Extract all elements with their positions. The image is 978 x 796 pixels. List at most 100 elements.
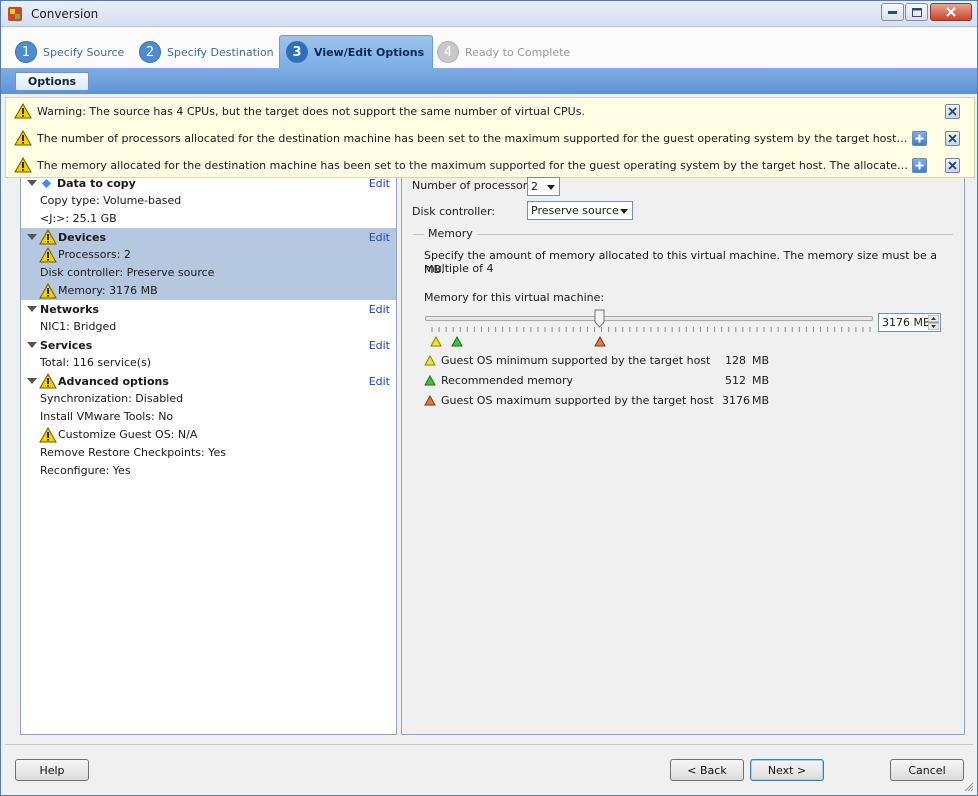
edit-link[interactable]: Edit xyxy=(369,375,390,388)
cancel-button[interactable]: Cancel xyxy=(890,759,964,781)
collapse-arrow-icon[interactable] xyxy=(27,342,37,348)
tree-item-data-to-copy[interactable]: Data to copy Edit xyxy=(21,178,396,192)
min-memory-marker-icon xyxy=(424,354,436,365)
collapse-arrow-icon[interactable] xyxy=(27,306,37,312)
memory-size-spinner[interactable]: 3176 MB xyxy=(878,313,941,332)
restore-checkpoints-value: Remove Restore Checkpoints: Yes xyxy=(40,446,226,459)
close-icon xyxy=(946,7,956,17)
wizard-steps: 1 Specify Source 2 Specify Destination 3… xyxy=(1,28,977,68)
install-tools-value: Install VMware Tools: No xyxy=(40,410,174,423)
dismiss-warning-button[interactable] xyxy=(945,158,960,173)
tree-item-label: Networks xyxy=(40,302,99,316)
legend-min-memory: Guest OS minimum supported by the target… xyxy=(424,352,769,368)
warning-icon xyxy=(14,157,32,173)
volume-value: <J:>: 25.1 GB xyxy=(40,212,117,225)
next-button[interactable]: Next > xyxy=(750,759,824,781)
copy-type-value: Copy type: Volume-based xyxy=(40,194,182,207)
conversion-window: Conversion 1 Specify Source 2 Specify De… xyxy=(0,0,978,796)
collapse-arrow-icon[interactable] xyxy=(27,378,37,384)
tree-item-networks[interactable]: Networks Edit xyxy=(21,300,396,318)
services-total-value: Total: 116 service(s) xyxy=(40,356,152,369)
step-number: 3 xyxy=(286,41,308,63)
maximize-button[interactable] xyxy=(905,3,928,21)
step-number: 2 xyxy=(139,41,161,63)
legend-unit: MB xyxy=(752,393,770,407)
edit-link[interactable]: Edit xyxy=(369,231,390,244)
plus-icon xyxy=(915,161,924,170)
help-button[interactable]: Help xyxy=(15,759,89,781)
warning-icon xyxy=(39,247,57,263)
collapse-arrow-icon[interactable] xyxy=(27,234,37,240)
tree-item-label: Services xyxy=(40,338,93,352)
warning-row: The memory allocated for the destination… xyxy=(6,152,974,179)
expand-warning-button[interactable] xyxy=(912,131,927,146)
app-icon xyxy=(8,7,22,21)
tab-options[interactable]: Options xyxy=(15,72,89,91)
options-tree: Data to copy Edit Copy type: Volume-base… xyxy=(20,178,397,735)
legend-recommended-memory: Recommended memory 512 MB xyxy=(424,372,769,388)
memory-slider-thumb[interactable] xyxy=(594,309,605,328)
slider-ticks xyxy=(431,327,871,332)
legend-unit: MB xyxy=(752,353,770,367)
warning-icon xyxy=(14,103,32,119)
warning-icon xyxy=(39,283,57,299)
close-icon xyxy=(948,107,957,116)
tree-item-devices[interactable]: Devices Edit xyxy=(21,228,396,246)
collapse-arrow-icon[interactable] xyxy=(27,180,37,186)
warning-text: Warning: The source has 4 CPUs, but the … xyxy=(37,105,585,118)
back-button[interactable]: < Back xyxy=(670,759,744,781)
warning-icon xyxy=(39,427,57,443)
max-memory-marker-icon xyxy=(424,394,436,405)
warning-row: The number of processors allocated for t… xyxy=(6,125,974,152)
close-window-button[interactable] xyxy=(930,3,972,21)
memory-description-cont: MB. xyxy=(424,263,445,276)
warning-row: Warning: The source has 4 CPUs, but the … xyxy=(6,98,974,125)
chevron-down-icon xyxy=(620,209,628,214)
reconfigure-value: Reconfigure: Yes xyxy=(40,464,131,477)
legend-value: 128 xyxy=(725,353,746,367)
step-number: 4 xyxy=(437,41,459,63)
memory-group-label: Memory xyxy=(424,227,477,240)
warning-text: The memory allocated for the destination… xyxy=(37,159,909,172)
step-specify-source[interactable]: 1 Specify Source xyxy=(15,36,124,68)
legend-label: Guest OS maximum supported by the target… xyxy=(441,393,714,407)
tree-item-label: Devices xyxy=(58,230,107,244)
dismiss-warning-button[interactable] xyxy=(945,131,960,146)
legend-max-memory: Guest OS maximum supported by the target… xyxy=(424,392,769,408)
options-bar: Options xyxy=(1,68,977,94)
edit-link[interactable]: Edit xyxy=(369,303,390,316)
customize-guest-os-value: Customize Guest OS: N/A xyxy=(58,428,198,441)
minimize-button[interactable] xyxy=(881,3,904,21)
edit-link[interactable]: Edit xyxy=(369,339,390,352)
legend-value: 512 xyxy=(725,373,746,387)
chevron-down-icon xyxy=(547,185,555,190)
step-specify-destination[interactable]: 2 Specify Destination xyxy=(139,36,274,68)
legend-value: 3176 xyxy=(722,393,750,407)
warnings-panel: Warning: The source has 4 CPUs, but the … xyxy=(5,97,975,178)
legend-label: Recommended memory xyxy=(441,373,574,387)
expand-warning-button[interactable] xyxy=(912,158,927,173)
diamond-icon xyxy=(42,179,51,188)
spinner-arrows-icon[interactable] xyxy=(928,315,939,330)
processors-select[interactable]: 2 xyxy=(527,177,560,196)
tree-item-advanced-options[interactable]: Advanced options Edit xyxy=(21,372,396,390)
title-bar: Conversion xyxy=(1,1,977,27)
recommended-memory-marker-icon xyxy=(451,336,463,347)
edit-link[interactable]: Edit xyxy=(369,178,390,190)
step-label: Specify Source xyxy=(43,45,125,59)
tree-item-services[interactable]: Services Edit xyxy=(21,336,396,354)
restore-icon xyxy=(911,7,922,17)
min-memory-marker-icon xyxy=(430,336,442,347)
tree-item-label: Advanced options xyxy=(58,374,169,388)
step-view-edit-options[interactable]: 3 View/Edit Options xyxy=(279,35,434,68)
dismiss-warning-button[interactable] xyxy=(945,104,960,119)
resize-grip-icon[interactable] xyxy=(964,782,974,792)
memory-size-value: 3176 MB xyxy=(882,316,931,329)
memory-group-divider xyxy=(413,234,953,235)
memory-slider[interactable] xyxy=(425,316,873,321)
step-ready-to-complete: 4 Ready to Complete xyxy=(437,36,570,68)
disk-controller-select[interactable]: Preserve source xyxy=(527,201,633,220)
processors-selected: 2 xyxy=(531,180,538,193)
max-memory-marker-icon xyxy=(594,336,606,347)
plus-icon xyxy=(915,134,924,143)
